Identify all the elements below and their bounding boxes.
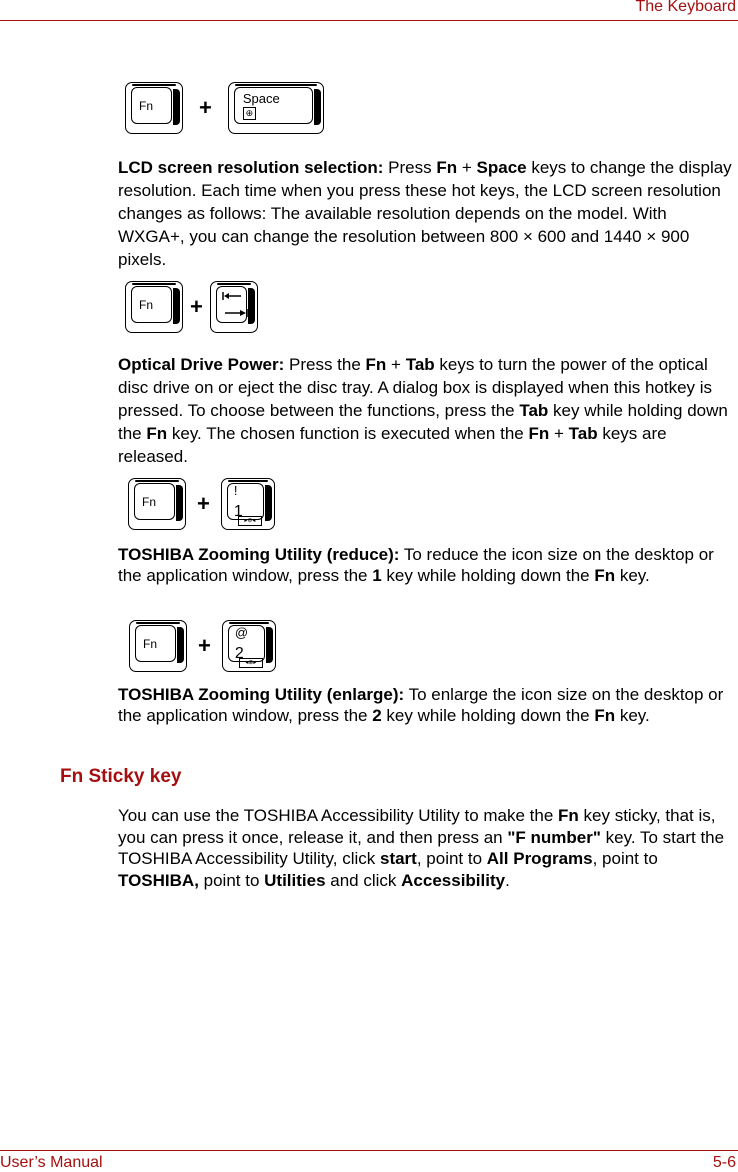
- text: Fn: [436, 158, 458, 177]
- key-combo-fn-1: Fn + ! 1 ▸⊖◂: [128, 478, 275, 530]
- text: , point to: [416, 849, 487, 868]
- item-title: TOSHIBA Zooming Utility (reduce):: [118, 545, 400, 564]
- text: Tab: [405, 355, 435, 374]
- fn-key-label: Fn: [142, 495, 157, 509]
- fn-key-icon: Fn: [128, 478, 186, 530]
- one-key-icon: ! 1 ▸⊖◂: [220, 478, 275, 530]
- key-label: !: [233, 483, 238, 498]
- fn-key-icon: Fn: [129, 620, 187, 672]
- text: +: [386, 355, 406, 374]
- fn-key-label: Fn: [139, 298, 154, 312]
- fn-key-icon: Fn: [125, 82, 183, 134]
- text: +: [549, 424, 569, 443]
- zoom-reduce-icon: ▸⊖◂: [237, 516, 262, 526]
- plus-sign: +: [190, 294, 203, 319]
- text: key while holding down the: [381, 566, 595, 585]
- text: Fn: [594, 566, 616, 585]
- text: key.: [615, 566, 650, 585]
- text: point to: [198, 870, 265, 890]
- item-lcd-resolution: LCD screen resolution selection: Press F…: [118, 156, 738, 271]
- section-body: You can use the TOSHIBA Accessibility Ut…: [118, 805, 738, 891]
- text: Fn: [146, 424, 168, 443]
- item-zoom-enlarge: TOSHIBA Zooming Utility (enlarge): To en…: [118, 684, 738, 726]
- key-combo-fn-space: Fn + Space ⊕: [125, 82, 324, 134]
- item-zoom-reduce: TOSHIBA Zooming Utility (reduce): To red…: [118, 544, 738, 586]
- plus-sign: +: [197, 491, 210, 516]
- text: Press: [383, 158, 437, 177]
- tab-arrows-icon: [222, 292, 248, 317]
- text: 1: [372, 566, 382, 585]
- text: Tab: [568, 424, 598, 443]
- text: Utilities: [264, 870, 326, 890]
- text: Accessibility: [401, 870, 506, 890]
- space-key-icon: Space ⊕: [227, 82, 324, 134]
- two-key-icon: @ 2 ◂⊕▸: [221, 620, 276, 672]
- page-header-title: The Keyboard: [635, 0, 736, 15]
- item-optical-drive-power: Optical Drive Power: Press the Fn + Tab …: [118, 353, 738, 468]
- text: key. The chosen function is executed whe…: [167, 424, 529, 443]
- section-heading: Fn Sticky key: [60, 766, 182, 787]
- zoom-enlarge-icon: ◂⊕▸: [238, 658, 263, 668]
- plus-sign: +: [198, 633, 211, 658]
- tab-key-icon: [209, 281, 258, 333]
- text: Fn: [594, 706, 616, 725]
- footer-manual-title: User’s Manual: [0, 1154, 103, 1171]
- space-key-label: Space: [242, 91, 280, 106]
- plus-sign: +: [199, 95, 212, 120]
- footer-rule: [0, 1150, 738, 1151]
- key-combo-fn-tab: Fn +: [125, 281, 258, 333]
- text: Fn: [365, 355, 387, 374]
- text: .: [505, 870, 510, 890]
- text: TOSHIBA,: [118, 870, 199, 890]
- text: All Programs: [486, 849, 593, 868]
- page-number: 5-6: [712, 1154, 736, 1171]
- header-rule: [0, 20, 738, 21]
- text: Fn: [558, 806, 579, 825]
- text: , point to: [592, 849, 658, 868]
- text: You can use the TOSHIBA Accessibility Ut…: [118, 806, 559, 825]
- fn-key-label: Fn: [143, 637, 158, 651]
- text: +: [457, 158, 477, 177]
- text: Space: [476, 158, 527, 177]
- text: and click: [325, 870, 402, 890]
- text: Tab: [519, 401, 549, 420]
- text: start: [379, 849, 417, 868]
- item-title: Optical Drive Power:: [118, 355, 285, 374]
- fn-key-icon: Fn: [125, 281, 183, 333]
- text: key.: [615, 706, 650, 725]
- item-title: LCD screen resolution selection:: [118, 158, 384, 177]
- item-title: TOSHIBA Zooming Utility (enlarge):: [118, 685, 405, 704]
- key-label: @: [234, 625, 249, 640]
- fn-key-label: Fn: [139, 99, 154, 113]
- text: Fn: [528, 424, 550, 443]
- text: "F number": [507, 827, 601, 847]
- text: key while holding down the: [381, 706, 595, 725]
- text: Press the: [284, 355, 366, 374]
- key-combo-fn-2: Fn + @ 2 ◂⊕▸: [129, 620, 276, 672]
- text: 2: [372, 706, 382, 725]
- magnifier-icon: ⊕: [242, 107, 256, 120]
